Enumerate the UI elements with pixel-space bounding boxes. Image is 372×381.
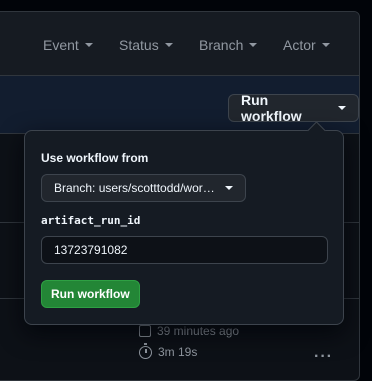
branch-filter-label: Branch — [199, 37, 244, 53]
run-time-ago-text: 39 minutes ago — [157, 324, 240, 338]
status-filter-label: Status — [119, 37, 159, 53]
use-workflow-from-heading: Use workflow from — [41, 151, 149, 165]
branch-filter[interactable]: Branch — [199, 37, 258, 53]
filter-bar: Event Status Branch Actor — [0, 12, 359, 76]
chevron-down-icon — [338, 106, 346, 110]
branch-select-label: Branch: users/scotttodd/wor… — [54, 181, 215, 195]
run-workflow-toggle-button[interactable]: Run workflow — [228, 92, 359, 124]
run-workflow-toggle-label: Run workflow — [241, 92, 302, 124]
chevron-down-icon — [224, 186, 233, 190]
artifact-run-id-input[interactable] — [41, 236, 328, 264]
kebab-horizontal-icon[interactable]: ··· — [314, 348, 333, 366]
workflow-dispatch-banner: Run workflow — [0, 76, 359, 134]
chevron-down-icon — [321, 43, 330, 47]
run-time-ago: 39 minutes ago — [139, 324, 239, 338]
run-duration: 3m 19s — [139, 342, 198, 359]
actor-filter[interactable]: Actor — [283, 37, 330, 53]
event-filter-label: Event — [43, 37, 79, 53]
actor-filter-label: Actor — [283, 37, 316, 53]
run-workflow-submit-button[interactable]: Run workflow — [41, 280, 140, 308]
calendar-icon — [139, 325, 151, 337]
chevron-down-icon — [249, 43, 258, 47]
chevron-down-icon — [164, 43, 173, 47]
run-workflow-dropdown: Use workflow from Branch: users/scotttod… — [24, 130, 344, 325]
stopwatch-icon — [139, 342, 152, 359]
artifact-run-id-label: artifact_run_id — [41, 214, 141, 227]
branch-select-button[interactable]: Branch: users/scotttodd/wor… — [41, 174, 246, 202]
event-filter[interactable]: Event — [43, 37, 93, 53]
run-duration-text: 3m 19s — [158, 345, 198, 359]
chevron-down-icon — [84, 43, 93, 47]
status-filter[interactable]: Status — [119, 37, 173, 53]
